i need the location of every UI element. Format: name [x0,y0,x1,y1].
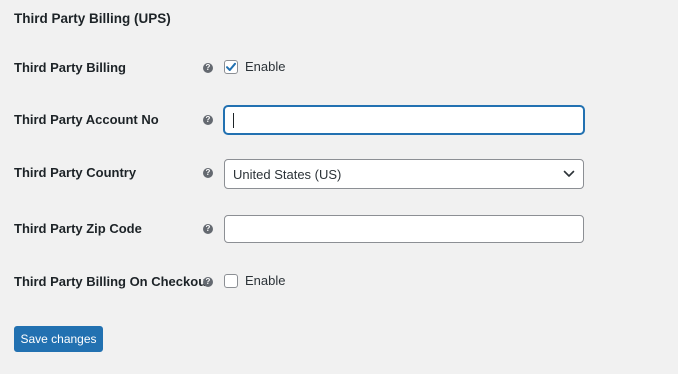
checkout-enable-control[interactable]: Enable [224,273,285,288]
zip-code-input[interactable] [224,215,584,243]
chevron-down-icon [563,170,575,177]
billing-enable-control[interactable]: Enable [224,59,285,74]
section-title: Third Party Billing (UPS) [14,11,171,26]
question-circle-icon[interactable]: ? [203,224,213,234]
country-select[interactable]: United States (US) [224,159,584,189]
question-circle-icon[interactable]: ? [203,277,213,287]
account-no-label: Third Party Account No [14,112,159,127]
billing-enable-checkbox[interactable] [224,59,238,74]
checkout-enable-checkbox[interactable] [224,273,238,288]
save-changes-button[interactable]: Save changes [14,326,103,352]
question-circle-icon[interactable]: ? [203,115,213,125]
billing-label: Third Party Billing [14,60,126,75]
checkmark-icon [226,62,236,71]
question-circle-icon[interactable]: ? [203,168,213,178]
question-circle-icon[interactable]: ? [203,63,213,73]
checkout-enable-label[interactable]: Enable [245,273,285,288]
billing-on-checkout-label: Third Party Billing On Checkout [14,274,211,289]
account-no-input[interactable] [224,106,584,134]
country-selected-value: United States (US) [233,166,342,182]
billing-enable-label[interactable]: Enable [245,59,285,74]
settings-page: Third Party Billing (UPS) Third Party Bi… [0,0,678,374]
zip-code-label: Third Party Zip Code [14,221,142,236]
text-caret [233,112,234,128]
country-label: Third Party Country [14,165,137,180]
